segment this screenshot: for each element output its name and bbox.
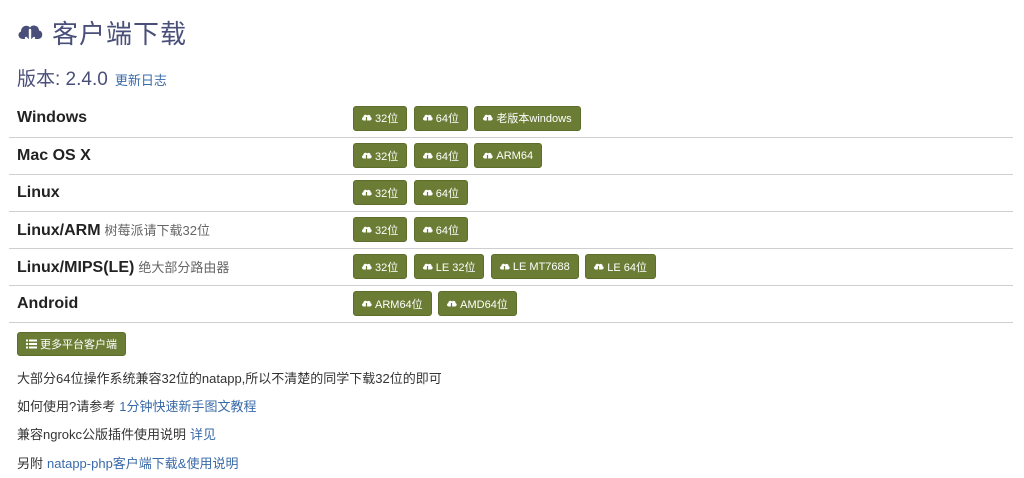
download-button-label: ARM64 bbox=[496, 149, 534, 162]
page-header: 客户端下载 bbox=[16, 14, 187, 51]
cloud-download-icon bbox=[362, 263, 372, 272]
tutorial-text: 如何使用?请参考 bbox=[17, 399, 116, 414]
download-button[interactable]: 32位 bbox=[353, 143, 408, 168]
download-button[interactable]: LE 32位 bbox=[413, 254, 485, 279]
tutorial-link[interactable]: 1分钟快速新手图文教程 bbox=[119, 399, 256, 414]
download-buttons: 32位 64位 ARM64 bbox=[343, 137, 1013, 175]
php-client-link[interactable]: natapp-php客户端下载&使用说明 bbox=[47, 456, 238, 471]
platform-note: 绝大部分路由器 bbox=[138, 259, 230, 275]
download-button-label: 64位 bbox=[435, 150, 459, 163]
download-button[interactable]: 64位 bbox=[413, 105, 468, 131]
download-button[interactable]: 32位 bbox=[353, 217, 408, 242]
platform-row: Android ARM64位 AMD64位 bbox=[9, 285, 1013, 323]
page-title: 客户端下载 bbox=[52, 19, 188, 49]
list-icon bbox=[26, 339, 37, 349]
download-button-label: 64位 bbox=[435, 187, 459, 200]
cloud-download-icon bbox=[422, 114, 433, 124]
tutorial-line: 如何使用?请参考 1分钟快速新手图文教程 bbox=[17, 396, 256, 415]
cloud-download-icon bbox=[422, 226, 433, 235]
platform-name-cell: Linux/MIPS(LE) 绝大部分路由器 bbox=[9, 248, 343, 286]
cloud-download-icon bbox=[483, 114, 494, 124]
download-button-label: 32位 bbox=[375, 150, 399, 163]
download-button[interactable]: ARM64 bbox=[474, 143, 543, 168]
download-button-label: 32位 bbox=[375, 224, 399, 237]
platform-table: Windows 32位 64位 老版本windows Mac OS X 32位 64… bbox=[9, 100, 1013, 323]
cloud-download-icon bbox=[362, 189, 372, 198]
php-client-line: 另附 natapp-php客户端下载&使用说明 bbox=[17, 453, 238, 472]
download-button[interactable]: 64位 bbox=[413, 143, 468, 168]
download-button-label: 32位 bbox=[375, 187, 399, 200]
download-buttons: 32位 LE 32位 LE MT7688 LE 64位 bbox=[343, 248, 1013, 286]
download-button[interactable]: 32位 bbox=[353, 105, 408, 131]
changelog-link[interactable]: 更新日志 bbox=[115, 70, 167, 89]
download-button[interactable]: LE 64位 bbox=[585, 254, 656, 279]
cloud-download-icon bbox=[362, 114, 372, 124]
ngrokc-link[interactable]: 详见 bbox=[190, 427, 216, 442]
download-button[interactable]: LE MT7688 bbox=[490, 254, 579, 279]
cloud-download-icon bbox=[483, 152, 494, 161]
cloud-download-icon bbox=[422, 263, 433, 272]
download-button-label: LE MT7688 bbox=[512, 260, 570, 273]
platform-note: 树莓派请下载32位 bbox=[104, 222, 211, 238]
cloud-download-icon bbox=[594, 263, 604, 272]
more-platforms-button[interactable]: 更多平台客户端 bbox=[17, 332, 126, 356]
platform-name: Linux/ARM bbox=[17, 221, 101, 239]
download-button[interactable]: 64位 bbox=[413, 217, 468, 242]
platform-row: Linux 32位 64位 bbox=[9, 174, 1013, 212]
download-button[interactable]: AMD64位 bbox=[438, 291, 517, 316]
php-client-text: 另附 bbox=[17, 456, 44, 471]
download-button-label: 64位 bbox=[435, 113, 459, 126]
download-button-label: ARM64位 bbox=[375, 298, 423, 311]
download-button[interactable]: 32位 bbox=[353, 180, 408, 205]
download-buttons: 32位 64位 bbox=[343, 211, 1013, 249]
platform-row: Linux/MIPS(LE) 绝大部分路由器 32位 LE 32位 LE MT768… bbox=[9, 248, 1013, 286]
compat-note-text: 大部分64位操作系统兼容32位的natapp,所以不清楚的同学下载32位的即可 bbox=[17, 371, 442, 386]
download-button[interactable]: ARM64位 bbox=[353, 291, 432, 316]
platform-name: Windows bbox=[17, 109, 88, 127]
download-buttons: ARM64位 AMD64位 bbox=[343, 285, 1013, 323]
version-info: 版本: 2.4.0 更新日志 bbox=[17, 64, 167, 91]
platform-name-cell: Linux bbox=[9, 174, 343, 212]
cloud-download-icon bbox=[447, 300, 457, 309]
platform-name-cell: Android bbox=[9, 285, 343, 323]
download-button[interactable]: 64位 bbox=[413, 180, 468, 205]
platform-name: Mac OS X bbox=[17, 146, 91, 164]
download-button-label: 64位 bbox=[435, 224, 459, 237]
platform-row: Mac OS X 32位 64位 ARM64 bbox=[9, 137, 1013, 175]
download-buttons: 32位 64位 bbox=[343, 174, 1013, 212]
platform-name: Linux bbox=[17, 183, 60, 201]
platform-name: Linux/MIPS(LE) bbox=[17, 258, 135, 276]
cloud-download-icon bbox=[422, 152, 433, 161]
platform-name-cell: Linux/ARM 树莓派请下载32位 bbox=[9, 211, 343, 249]
version-label: 版本: 2.4.0 bbox=[17, 69, 108, 90]
cloud-download-icon bbox=[362, 226, 372, 235]
platform-name-cell: Mac OS X bbox=[9, 137, 343, 175]
ngrokc-line: 兼容ngrokc公版插件使用说明 详见 bbox=[17, 424, 216, 443]
platform-row: Windows 32位 64位 老版本windows bbox=[9, 100, 1013, 138]
cloud-download-icon bbox=[422, 189, 433, 198]
download-button[interactable]: 32位 bbox=[353, 254, 408, 279]
download-button-label: AMD64位 bbox=[460, 298, 508, 311]
more-platforms-label: 更多平台客户端 bbox=[40, 339, 117, 351]
platform-row: Linux/ARM 树莓派请下载32位 32位 64位 bbox=[9, 211, 1013, 249]
cloud-download-icon bbox=[362, 300, 372, 309]
download-button-label: LE 32位 bbox=[435, 261, 476, 274]
ngrokc-text: 兼容ngrokc公版插件使用说明 bbox=[17, 427, 187, 442]
cloud-download-icon bbox=[499, 263, 510, 272]
download-button-label: 老版本windows bbox=[496, 113, 572, 126]
download-button-label: 32位 bbox=[375, 113, 399, 126]
download-button[interactable]: 老版本windows bbox=[474, 105, 581, 131]
download-buttons: 32位 64位 老版本windows bbox=[343, 100, 1013, 138]
download-button-label: 32位 bbox=[375, 261, 399, 274]
platform-name-cell: Windows bbox=[9, 100, 343, 138]
cloud-download-icon bbox=[18, 24, 43, 44]
compat-note: 大部分64位操作系统兼容32位的natapp,所以不清楚的同学下载32位的即可 bbox=[17, 368, 442, 387]
download-button-label: LE 64位 bbox=[607, 261, 647, 274]
cloud-download-icon bbox=[362, 152, 372, 161]
platform-name: Android bbox=[17, 294, 79, 312]
